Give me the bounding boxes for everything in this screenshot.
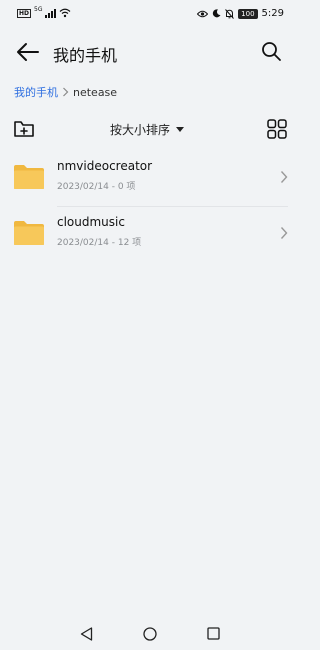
- status-left: HD 5G: [17, 5, 71, 18]
- title-bar: 我的手机: [0, 34, 300, 70]
- battery-indicator: 100: [238, 8, 258, 19]
- breadcrumb-root[interactable]: 我的手机: [14, 84, 58, 100]
- signal-icon: [45, 8, 57, 18]
- breadcrumb-current: netease: [73, 85, 118, 99]
- nav-recent-icon[interactable]: [207, 627, 220, 640]
- file-meta: 2023/02/14 - 0 项: [57, 182, 136, 192]
- nav-back-icon[interactable]: [80, 627, 93, 641]
- system-nav-bar: [0, 620, 300, 650]
- file-name: nmvideocreator: [57, 159, 153, 173]
- chevron-right-icon: [280, 171, 288, 183]
- bell-off-icon: [225, 8, 235, 19]
- clock: 5:29: [261, 8, 284, 19]
- nav-home-icon[interactable]: [143, 627, 157, 641]
- page-title: 我的手机: [53, 46, 118, 65]
- list-item[interactable]: cloudmusic 2023/02/14 - 12 项: [0, 206, 300, 262]
- list-item[interactable]: nmvideocreator 2023/02/14 - 0 项: [0, 150, 300, 206]
- hd-badge: HD: [17, 8, 32, 18]
- sort-label: 按大小排序: [110, 123, 171, 137]
- folder-icon: [14, 165, 44, 189]
- wifi-icon: [60, 8, 71, 18]
- search-icon[interactable]: [260, 40, 282, 62]
- grid-view-icon[interactable]: [267, 119, 287, 139]
- file-list: nmvideocreator 2023/02/14 - 0 项 cloudmus…: [0, 150, 300, 262]
- chevron-right-icon: [63, 87, 69, 97]
- status-right: 100 5:29: [197, 8, 284, 19]
- sort-dropdown[interactable]: 按大小排序: [110, 121, 185, 138]
- breadcrumb: 我的手机 netease: [14, 84, 117, 100]
- file-name: cloudmusic: [57, 215, 125, 229]
- caret-down-icon: [176, 127, 185, 132]
- status-bar: HD 5G 100 5:29: [0, 0, 300, 30]
- file-toolbar: 按大小排序: [0, 118, 300, 142]
- eye-icon: [197, 10, 209, 17]
- moon-icon: [213, 9, 221, 18]
- file-meta: 2023/02/14 - 12 项: [57, 238, 142, 248]
- network-type: 5G: [34, 5, 43, 13]
- back-arrow-icon[interactable]: [15, 40, 41, 64]
- new-folder-icon[interactable]: [13, 119, 35, 139]
- folder-icon: [14, 221, 44, 245]
- chevron-right-icon: [280, 227, 288, 239]
